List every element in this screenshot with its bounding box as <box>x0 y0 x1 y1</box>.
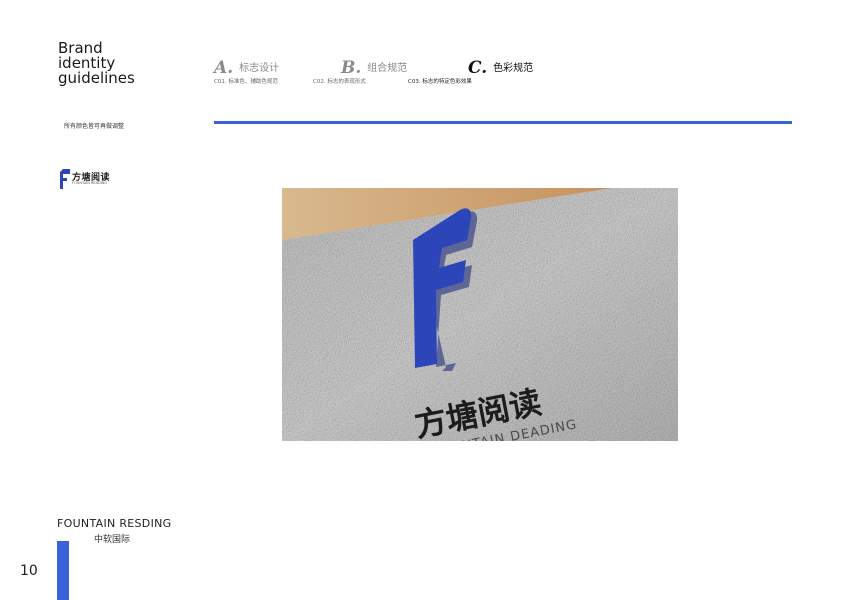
color-note: 所有颜色皆可再做调整 <box>64 123 125 130</box>
title-line-3: guidelines <box>58 69 135 87</box>
nav-label-b: 组合规范 <box>367 63 408 74</box>
nav-letter-b: B. <box>341 58 362 78</box>
page-accent-bar <box>57 541 69 600</box>
nav-label-c: 色彩规范 <box>493 63 534 74</box>
nav-letter-c: C. <box>468 58 488 78</box>
page-number: 10 <box>20 563 38 579</box>
nav-label-a: 标志设计 <box>239 63 280 74</box>
mini-logo-en: FOUNTAIN READING <box>72 181 108 185</box>
nav-item-combination[interactable]: B. 组合规范 C02. 标志的表现形式 <box>313 58 408 85</box>
nav-item-color[interactable]: C. 色彩规范 C03. 标志的特定色彩效果 <box>408 58 534 85</box>
header-divider <box>214 121 792 124</box>
footer-brand-cn: 中软国际 <box>94 535 131 545</box>
nav-item-logo-design[interactable]: A. 标志设计 C01. 标准色、辅助色规范 <box>214 58 280 85</box>
nav-sub-c: C03. 标志的特定色彩效果 <box>408 79 472 85</box>
nav-letter-a: A. <box>214 58 234 78</box>
nav-sub-a: C01. 标准色、辅助色规范 <box>214 79 278 85</box>
footer-brand-en: FOUNTAIN RESDING <box>57 517 172 530</box>
guidelines-title: Brand identity guidelines <box>58 41 178 86</box>
f-logo-icon <box>60 169 70 189</box>
mini-logo: 方塘阅读 FOUNTAIN READING <box>60 169 140 189</box>
nav-sub-b: C02. 标志的表现形式 <box>313 79 366 85</box>
logo-mockup-image: 方塘阅读 FOUNTAIN DEADING <box>282 188 678 441</box>
